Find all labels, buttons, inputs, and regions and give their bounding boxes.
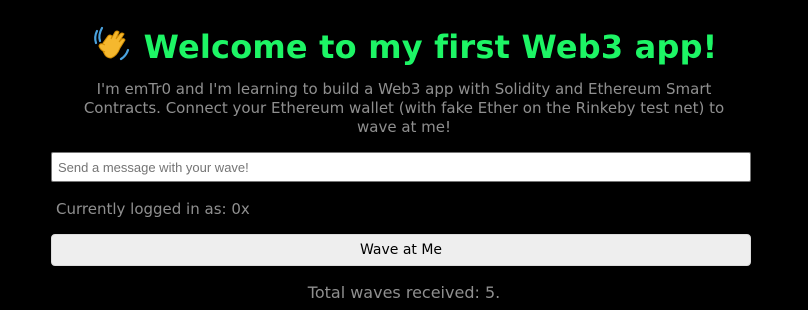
wave-button[interactable]: Wave at Me [51, 234, 751, 266]
bio-text: I'm emTr0 and I'm learning to build a We… [83, 80, 725, 136]
message-input[interactable] [51, 152, 751, 182]
page-title: Welcome to my first Web3 app! [143, 27, 718, 66]
logged-in-status: Currently logged in as: 0x [56, 200, 250, 218]
waving-hand-icon [91, 25, 131, 63]
header: Welcome to my first Web3 app! [0, 24, 808, 68]
total-waves-count: Total waves received: 5. [307, 283, 501, 302]
app-page: Welcome to my first Web3 app! I'm emTr0 … [0, 0, 808, 310]
